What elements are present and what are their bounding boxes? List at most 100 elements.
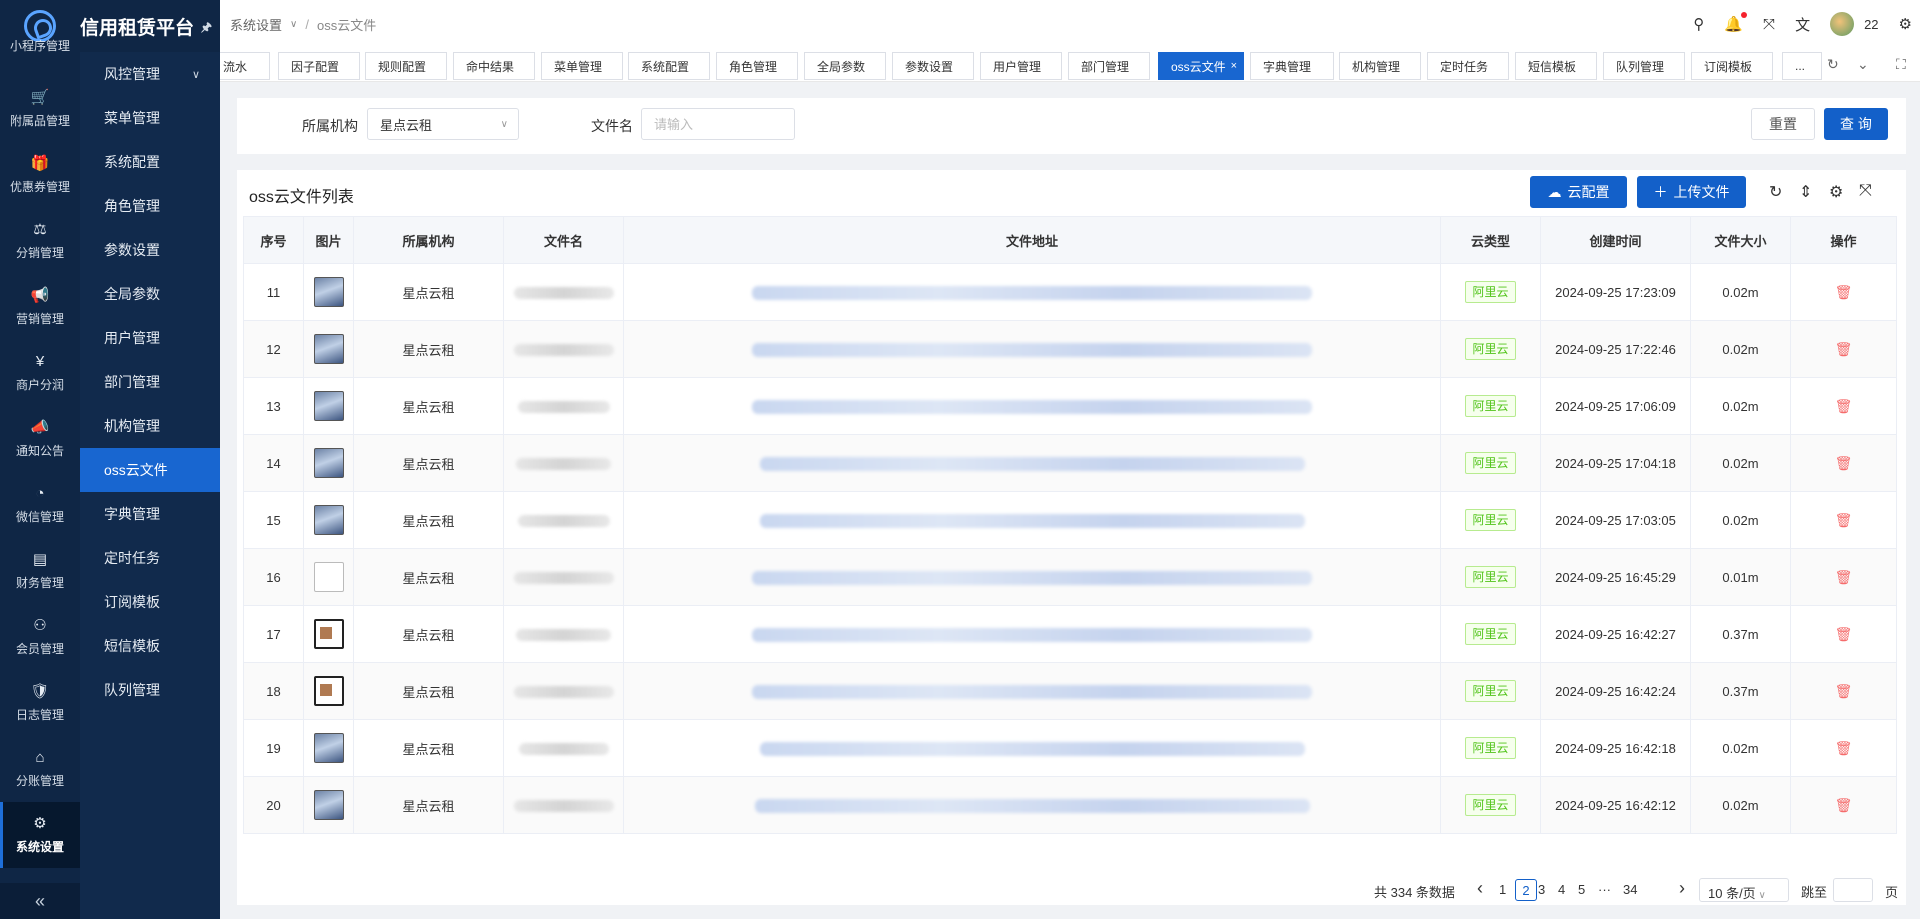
query-button[interactable]: 查 询 [1824, 108, 1888, 140]
cloud-config-button[interactable]: ☁ 云配置 [1530, 176, 1627, 208]
page-3[interactable]: 3 [1538, 882, 1545, 897]
rail-item-8[interactable]: ▤ 财务管理 [0, 538, 80, 604]
delete-icon[interactable]: 🗑 [1835, 341, 1853, 357]
rail-item-2[interactable]: 🎁 优惠券管理 [0, 142, 80, 208]
tab-17[interactable]: 订阅模板 [1691, 52, 1773, 80]
tab-14[interactable]: 定时任务 [1427, 52, 1509, 80]
delete-icon[interactable]: 🗑 [1835, 683, 1853, 699]
page-34[interactable]: 34 [1623, 882, 1637, 897]
page-4[interactable]: 4 [1558, 882, 1565, 897]
submenu-item-13[interactable]: 短信模板 [80, 624, 220, 668]
tab-3[interactable]: 命中结果 [453, 52, 535, 80]
submenu-item-14[interactable]: 队列管理 [80, 668, 220, 712]
upload-file-button[interactable]: ＋ 上传文件 [1637, 176, 1746, 208]
tab-2[interactable]: 规则配置 [365, 52, 447, 80]
refresh-tabs-icon[interactable]: ↻ [1827, 56, 1839, 73]
tab-15[interactable]: 短信模板 [1515, 52, 1597, 80]
rail-item-6[interactable]: 📣 通知公告 [0, 406, 80, 472]
redacted-file-url[interactable] [752, 570, 1312, 585]
submenu-item-6[interactable]: 用户管理 [80, 316, 220, 360]
submenu-item-1[interactable]: 菜单管理 [80, 96, 220, 140]
tab-12[interactable]: 字典管理 [1250, 52, 1334, 80]
submenu-item-9[interactable]: oss云文件 [80, 448, 220, 492]
tab-13[interactable]: 机构管理 [1339, 52, 1421, 80]
tab-4[interactable]: 菜单管理 [541, 52, 623, 80]
rail-item-12[interactable]: ⚙ 系统设置 [0, 802, 80, 868]
file-thumbnail[interactable] [313, 391, 344, 421]
rail-item-0[interactable]: 小程序管理 [0, 24, 80, 54]
delete-icon[interactable]: 🗑 [1835, 626, 1853, 642]
tab-10[interactable]: 部门管理 [1068, 52, 1150, 80]
submenu-item-10[interactable]: 字典管理 [80, 492, 220, 536]
bell-icon[interactable]: 🔔 [1724, 12, 1748, 33]
chevron-left-icon[interactable]: ‹ [1477, 878, 1483, 899]
chevron-down-icon[interactable]: ⌄ [1857, 56, 1869, 73]
delete-icon[interactable]: 🗑 [1835, 797, 1853, 813]
redacted-file-url[interactable] [759, 456, 1305, 471]
page-size-select[interactable]: 10 条/页 ∨ [1699, 878, 1789, 902]
maximize-icon[interactable]: ⛶ [1896, 56, 1906, 73]
tab-6[interactable]: 角色管理 [716, 52, 798, 80]
breadcrumb-item-system[interactable]: 系统设置 [230, 15, 282, 34]
redacted-file-url[interactable] [759, 741, 1305, 756]
close-icon[interactable]: × [1231, 60, 1237, 72]
tab-8[interactable]: 参数设置 [892, 52, 974, 80]
rail-item-3[interactable]: ⚖ 分销管理 [0, 208, 80, 274]
rail-item-9[interactable]: ⚇ 会员管理 [0, 604, 80, 670]
pin-icon[interactable]: 🖈 [201, 18, 212, 39]
redacted-file-url[interactable] [752, 684, 1312, 699]
redacted-file-url[interactable] [752, 399, 1312, 414]
rail-item-11[interactable]: ⌂ 分账管理 [0, 736, 80, 802]
delete-icon[interactable]: 🗑 [1835, 455, 1853, 471]
delete-icon[interactable]: 🗑 [1835, 398, 1853, 414]
tab-5[interactable]: 系统配置 [628, 52, 710, 80]
settings-icon[interactable]: ⚙ [1829, 182, 1843, 202]
org-select[interactable]: 星点云租 ∨ [367, 108, 519, 140]
settings-icon[interactable]: ⚙ [1899, 15, 1912, 33]
file-thumbnail[interactable] [313, 790, 344, 820]
submenu-item-3[interactable]: 角色管理 [80, 184, 220, 228]
user-name[interactable]: 22 [1864, 17, 1878, 32]
fullscreen-icon[interactable]: ⤧ [1859, 182, 1872, 200]
redacted-file-url[interactable] [754, 798, 1310, 813]
tab-1[interactable]: 因子配置 [278, 52, 360, 80]
rail-item-7[interactable]: ◔ 微信管理 [0, 472, 80, 538]
filename-input[interactable] [641, 108, 795, 140]
submenu-item-11[interactable]: 定时任务 [80, 536, 220, 580]
chevron-right-icon[interactable]: › [1679, 878, 1685, 899]
delete-icon[interactable]: 🗑 [1835, 740, 1853, 756]
fullscreen-icon[interactable]: ⤧ [1763, 16, 1775, 33]
file-thumbnail[interactable] [313, 562, 344, 592]
page-2[interactable]: 2 [1515, 879, 1537, 901]
rail-item-5[interactable]: ¥ 商户分润 [0, 340, 80, 406]
user-menu[interactable]: 22 [1830, 12, 1879, 36]
submenu-item-4[interactable]: 参数设置 [80, 228, 220, 272]
rail-item-10[interactable]: 🛡 日志管理 [0, 670, 80, 736]
submenu-item-8[interactable]: 机构管理 [80, 404, 220, 448]
tab-9[interactable]: 用户管理 [980, 52, 1062, 80]
submenu-item-2[interactable]: 系统配置 [80, 140, 220, 184]
file-thumbnail[interactable] [313, 277, 344, 307]
tab-18[interactable]: ... [1782, 52, 1822, 80]
submenu-item-0[interactable]: 风控管理 ∨ [80, 52, 220, 96]
rail-item-4[interactable]: 📢 营销管理 [0, 274, 80, 340]
search-icon[interactable]: ⚲ [1693, 15, 1704, 33]
page-5[interactable]: 5 [1578, 882, 1585, 897]
rail-item-1[interactable]: 🛒 附属品管理 [0, 76, 80, 142]
collapse-sidebar-button[interactable]: « [0, 883, 80, 919]
delete-icon[interactable]: 🗑 [1835, 284, 1853, 300]
submenu-item-7[interactable]: 部门管理 [80, 360, 220, 404]
file-thumbnail[interactable] [313, 619, 344, 649]
page-1[interactable]: 1 [1499, 882, 1506, 897]
file-thumbnail[interactable] [313, 448, 344, 478]
redacted-file-url[interactable] [752, 285, 1312, 300]
file-thumbnail[interactable] [313, 334, 344, 364]
delete-icon[interactable]: 🗑 [1835, 569, 1853, 585]
tab-16[interactable]: 队列管理 [1603, 52, 1685, 80]
file-thumbnail[interactable] [313, 676, 344, 706]
tab-0[interactable]: 流水 [220, 52, 270, 80]
refresh-icon[interactable]: ↻ [1769, 182, 1782, 202]
jump-page-input[interactable] [1833, 878, 1873, 902]
avatar[interactable] [1830, 12, 1855, 36]
column-height-icon[interactable]: ⇕ [1799, 182, 1812, 202]
